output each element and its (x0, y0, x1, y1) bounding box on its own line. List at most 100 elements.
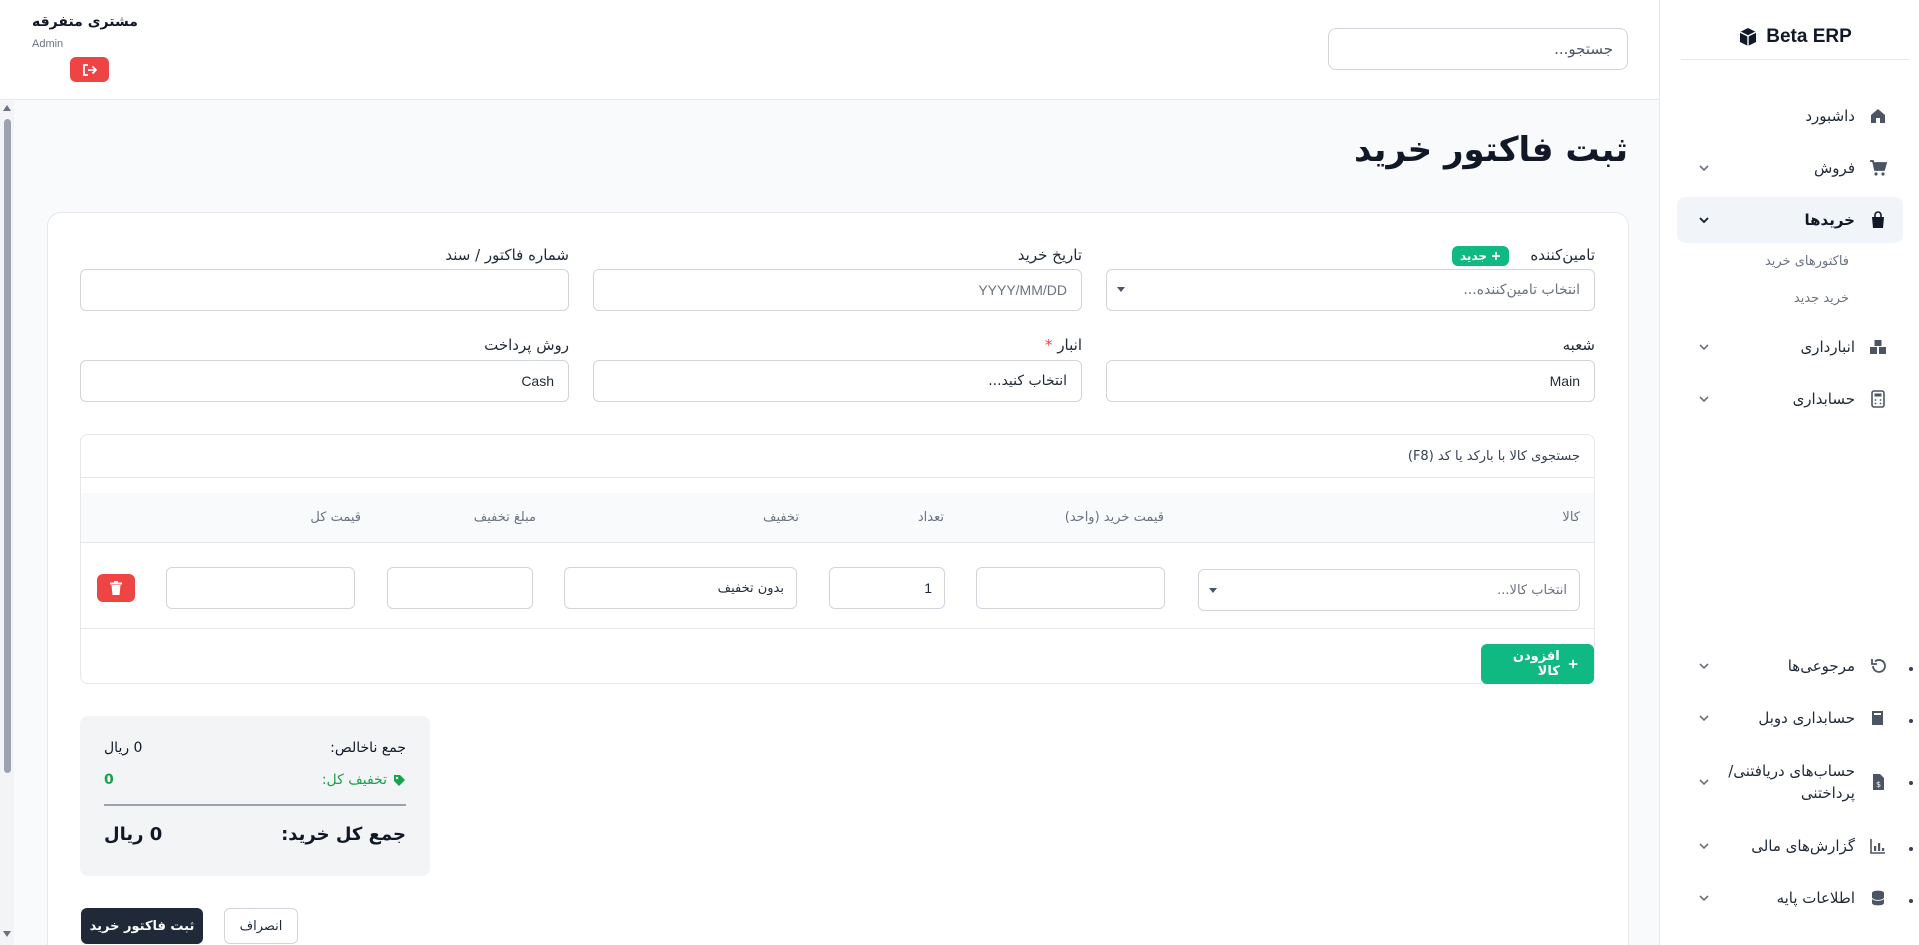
cancel-button[interactable]: انصراف (224, 908, 298, 944)
database-icon (1869, 889, 1887, 907)
warehouse-label: انبار * (1045, 336, 1082, 354)
new-supplier-label: جدید (1460, 249, 1488, 263)
summary-divider (104, 804, 406, 806)
quantity-input[interactable]: 1 (829, 567, 945, 609)
list-bullet (1909, 847, 1913, 851)
discount-select[interactable]: بدون تخفیف (564, 567, 797, 609)
sidebar-subitem-new-purchase[interactable]: خرید جدید (1794, 291, 1849, 306)
sidebar-item-dashboard[interactable]: داشبورد (1677, 93, 1903, 139)
column-header-discount-amount: مبلغ تخفیف (473, 510, 536, 525)
column-header-qty: تعداد (917, 510, 944, 525)
scroll-thumb[interactable] (4, 119, 11, 773)
supplier-select-placeholder: انتخاب تامین‌کننده... (1463, 282, 1580, 298)
topbar: مشتری متفرقه Admin (0, 0, 1659, 100)
sidebar-item-label: حساب‌های دریافتنی/ پرداختنی (1728, 762, 1855, 802)
chevron-down-icon (1699, 344, 1709, 351)
column-header-unit-price: قیمت خرید (واحد) (1064, 510, 1164, 525)
required-asterisk: * (1045, 336, 1053, 354)
chart-bar-icon (1869, 837, 1887, 855)
unit-price-input[interactable] (976, 567, 1165, 609)
subtotal-value: 0 ریال (104, 740, 143, 756)
sidebar-item-receivables-payables[interactable]: $ حساب‌های دریافتنی/ پرداختنی (1677, 754, 1903, 810)
chevron-down-icon (1699, 217, 1709, 224)
branch-select-value: Main (1549, 373, 1580, 389)
caret-down-icon (1209, 588, 1217, 593)
product-select[interactable]: انتخاب کالا... (1198, 569, 1580, 611)
list-bullet (1909, 667, 1913, 671)
sidebar-item-label: فروش (1813, 159, 1855, 177)
items-table-header: کالا قیمت خرید (واحد) تعداد تخفیف مبلغ ت… (81, 493, 1594, 543)
cart-icon (1869, 159, 1887, 177)
sidebar-item-double-entry[interactable]: حسابداری دوبل (1677, 695, 1903, 741)
invoice-number-label: شماره فاکتور / سند (445, 246, 569, 264)
delete-row-button[interactable] (97, 574, 135, 602)
chevron-down-icon (1699, 779, 1709, 786)
book-icon (1869, 709, 1887, 727)
boxes-icon (1869, 338, 1887, 356)
app-root: Beta ERP داشبورد فروش خریدها فاکتورهای خ… (0, 0, 1919, 945)
list-bullet (1909, 719, 1913, 723)
cube-icon (1739, 27, 1757, 46)
chevron-down-icon (1699, 895, 1709, 902)
subtotal-label: جمع ناخالص: (330, 740, 406, 756)
purchase-date-input[interactable]: YYYY/MM/DD (593, 269, 1082, 311)
chevron-down-icon (1699, 715, 1709, 722)
submit-invoice-button[interactable]: ثبت فاکتور خرید (81, 908, 203, 944)
sidebar-item-label: گزارش‌های مالی (1751, 837, 1855, 855)
undo-icon (1869, 657, 1887, 675)
page-title: ثبت فاکتور خرید (1354, 130, 1628, 170)
row-divider (81, 628, 1594, 629)
product-search-placeholder: جستجوی کالا با بارکد یا کد (F8) (1407, 448, 1580, 464)
caret-down-icon (1117, 287, 1125, 292)
sidebar-subitem-purchase-invoices[interactable]: فاکتورهای خرید (1765, 254, 1849, 269)
quantity-value: 1 (924, 580, 932, 596)
sidebar-item-financial-reports[interactable]: گزارش‌های مالی (1677, 823, 1903, 869)
payment-method-label: روش پرداخت (484, 336, 569, 354)
user-role: Admin (32, 38, 64, 50)
trash-icon (110, 581, 122, 595)
sidebar-item-warehouse[interactable]: انبارداری (1677, 324, 1903, 370)
branch-label: شعبه (1562, 336, 1595, 354)
add-item-button[interactable]: افزودن کالا (1481, 644, 1594, 684)
sidebar-item-label: داشبورد (1805, 107, 1855, 125)
sidebar-item-label: مرجوعی‌ها (1787, 657, 1855, 675)
user-name: مشتری متفرقه (32, 14, 138, 30)
purchase-date-label: تاریخ خرید (1017, 246, 1082, 264)
column-header-discount: تخفیف (763, 510, 799, 525)
search-input[interactable] (1328, 28, 1628, 70)
payment-method-select[interactable]: Cash (80, 360, 569, 402)
supplier-select[interactable]: انتخاب تامین‌کننده... (1106, 269, 1595, 311)
invoice-number-input[interactable] (80, 269, 569, 311)
list-bullet (1909, 899, 1913, 903)
sidebar-item-base-info[interactable]: اطلاعات پایه (1677, 875, 1903, 921)
total-discount-label: تخفیف کل: (321, 772, 387, 788)
sidebar-item-purchases[interactable]: خریدها (1677, 197, 1903, 243)
scroll-up-arrow-icon[interactable] (3, 105, 11, 111)
main-scrollbar[interactable] (0, 101, 14, 945)
brand-name: Beta ERP (1766, 25, 1852, 47)
chevron-down-icon (1699, 843, 1709, 850)
sidebar-item-label: انبارداری (1800, 338, 1855, 356)
sign-out-icon (82, 63, 97, 76)
sidebar-item-sales[interactable]: فروش (1677, 145, 1903, 191)
warehouse-label-text: انبار (1057, 336, 1082, 354)
product-search-input[interactable]: جستجوی کالا با بارکد یا کد (F8) (81, 435, 1594, 478)
logout-button[interactable] (70, 57, 109, 82)
total-price-input[interactable] (166, 567, 355, 609)
grand-total-row: جمع کل خرید: 0 ریال (104, 824, 406, 845)
warehouse-select[interactable]: انتخاب کنید... (593, 360, 1082, 402)
grand-total-label: جمع کل خرید: (281, 824, 406, 845)
sidebar-item-accounting[interactable]: حسابداری (1677, 376, 1903, 422)
scroll-down-arrow-icon[interactable] (3, 931, 11, 937)
items-table: جستجوی کالا با بارکد یا کد (F8) کالا قیم… (80, 434, 1595, 684)
discount-amount-input[interactable] (387, 567, 533, 609)
new-supplier-button[interactable]: جدید (1452, 246, 1510, 266)
total-discount-value: 0 (104, 772, 114, 788)
branch-select[interactable]: Main (1106, 360, 1595, 402)
svg-text:$: $ (1876, 780, 1881, 789)
brand[interactable]: Beta ERP (1681, 14, 1909, 60)
grand-total-value: 0 ریال (104, 824, 163, 845)
column-header-product: کالا (1562, 510, 1580, 525)
sidebar-item-returns[interactable]: مرجوعی‌ها (1677, 643, 1903, 689)
product-select-placeholder: انتخاب کالا... (1497, 582, 1567, 598)
